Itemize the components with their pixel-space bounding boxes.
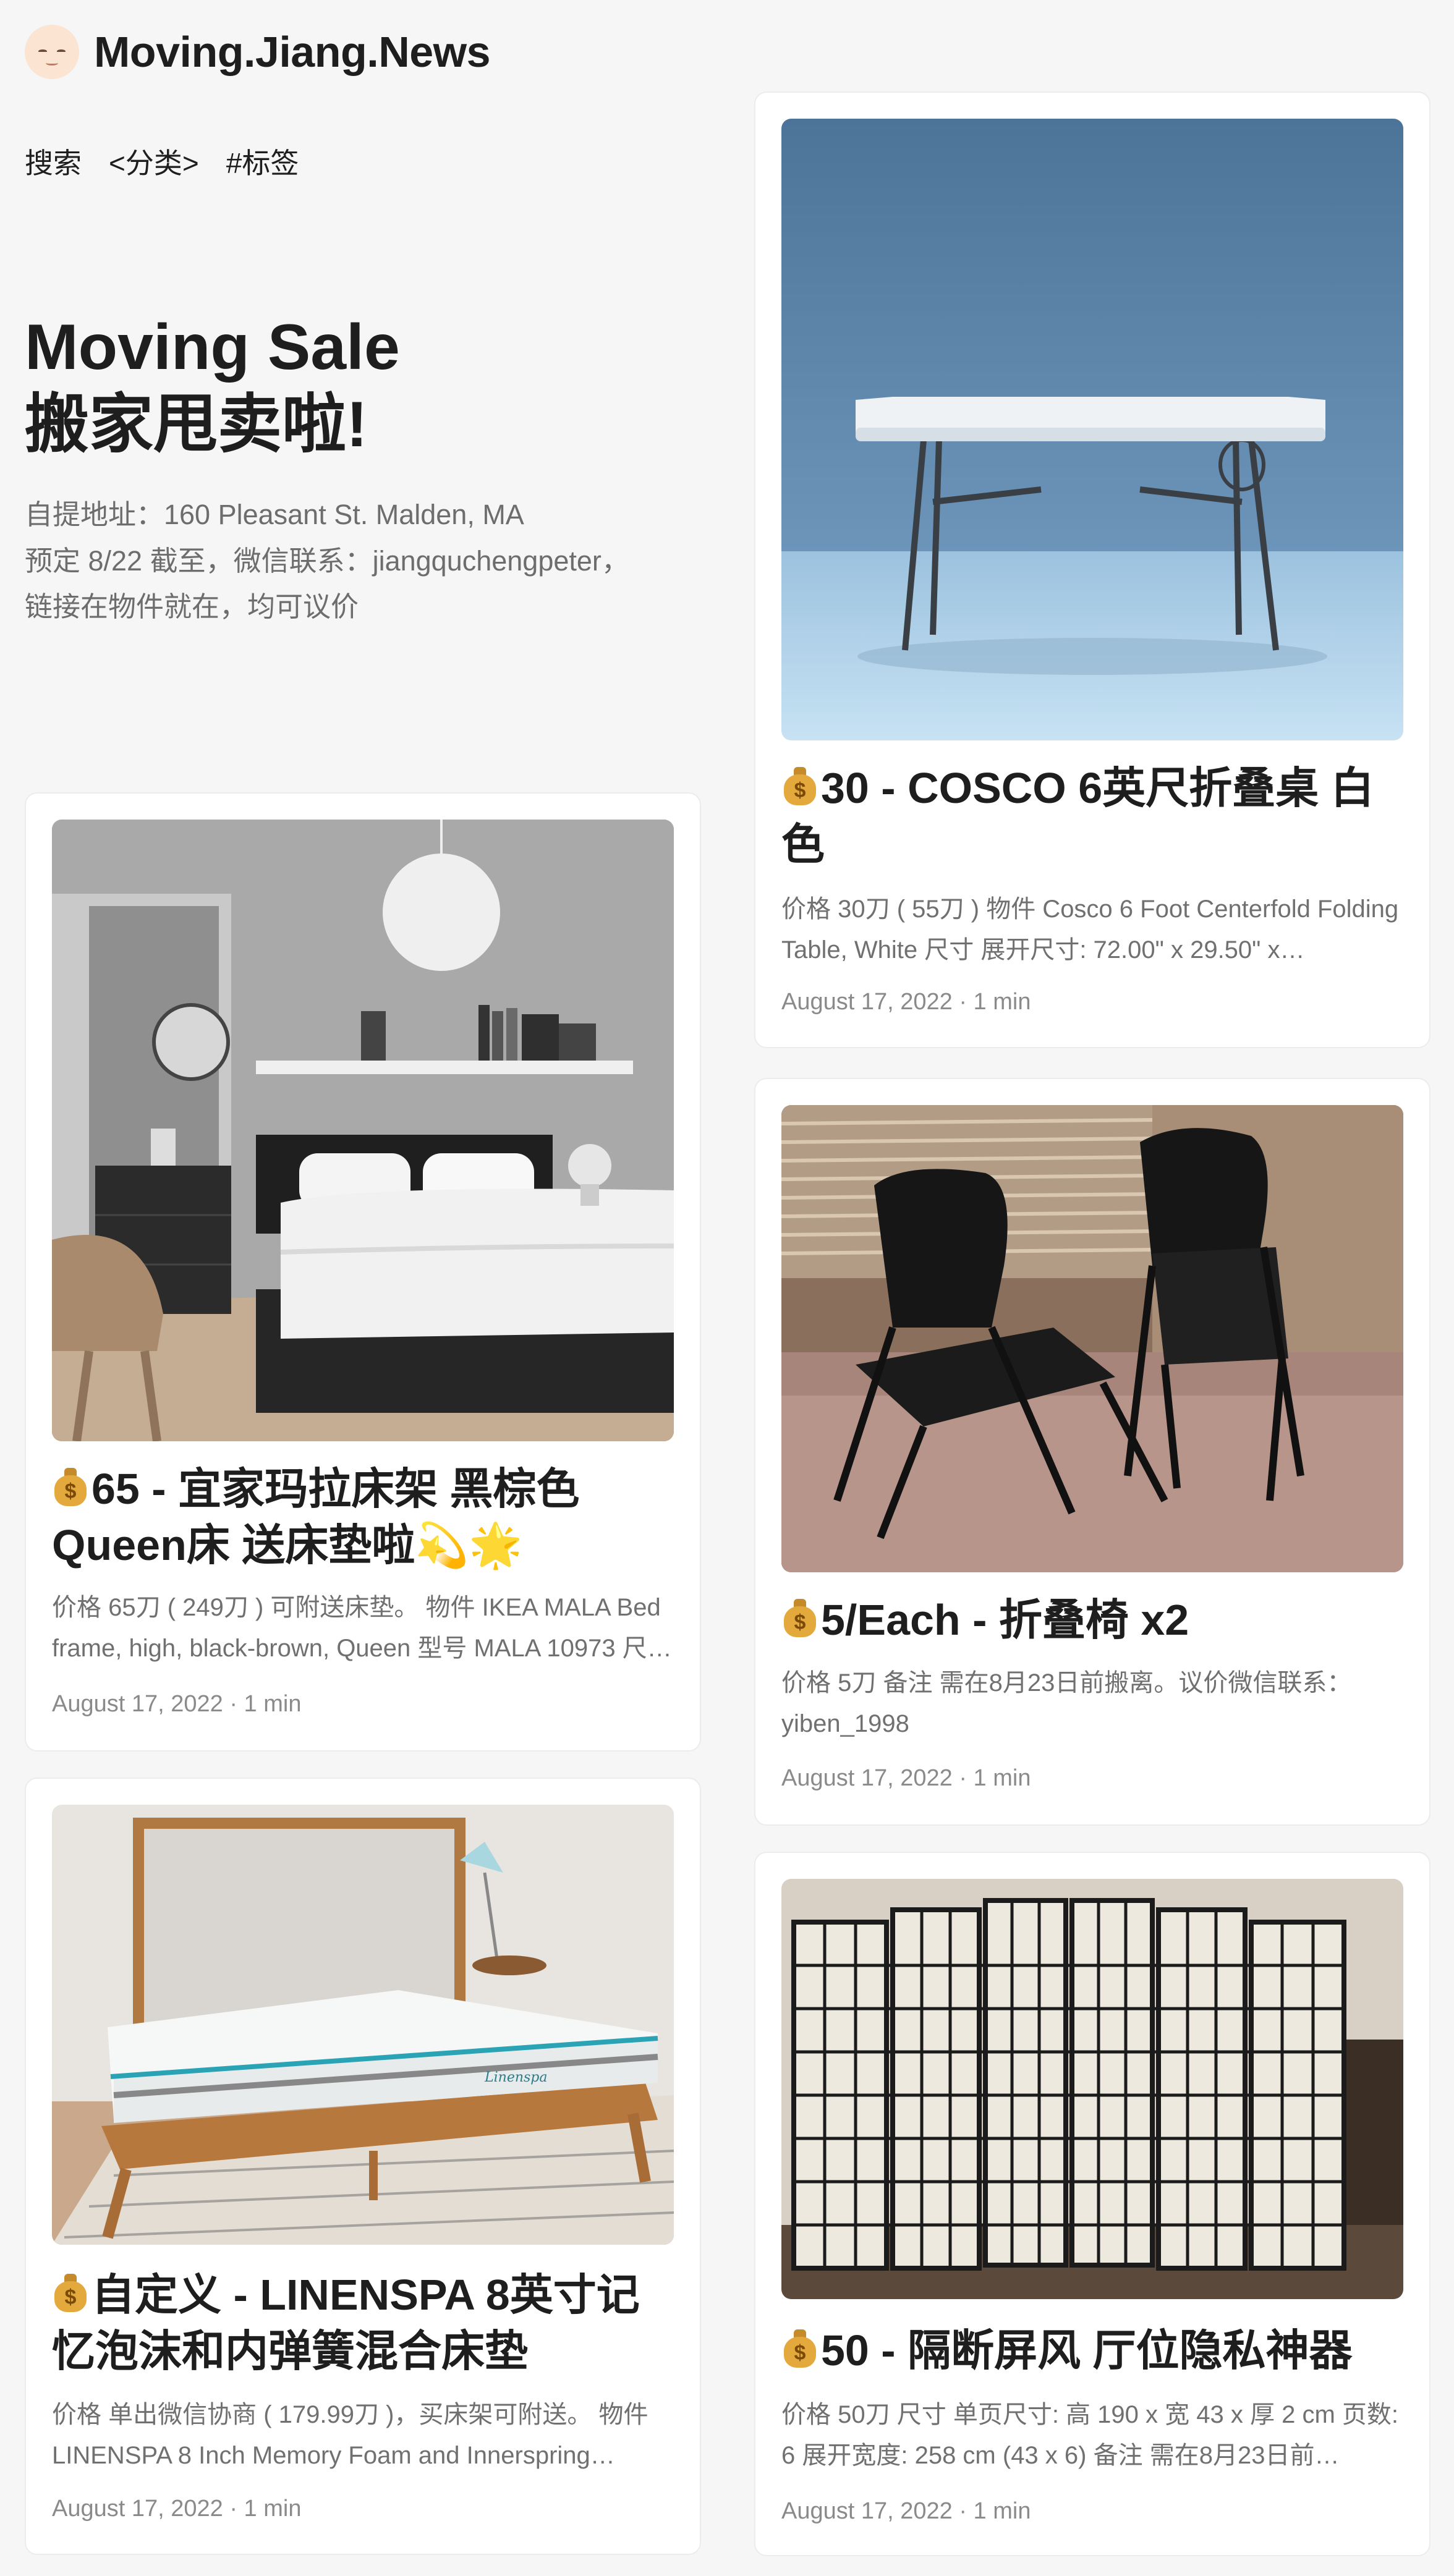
post-title[interactable]: $50 - 隔断屏风 厅位隐私神器 (781, 2323, 1406, 2379)
hero-title: Moving Sale 搬家甩卖啦! (25, 309, 400, 464)
money-bag-icon: $ (781, 1599, 818, 1638)
site-logo-avatar[interactable] (25, 25, 79, 79)
hero-description: 自提地址：160 Pleasant St. Malden, MA 预定 8/22… (25, 492, 680, 630)
post-card-folding-chairs[interactable]: $5/Each - 折叠椅 x2 价格 5刀 备注 需在8月23日前搬离。议价微… (754, 1078, 1431, 1826)
main-nav: 搜索 <分类> #标签 (25, 141, 299, 182)
post-summary: 价格 30刀 ( 55刀 ) 物件 Cosco 6 Foot Centerfol… (781, 896, 1399, 964)
hero-desc-line-1: 自提地址：160 Pleasant St. Malden, MA (25, 499, 524, 530)
folding-table-photo (781, 119, 1403, 740)
folding-chairs-photo (781, 1105, 1403, 1572)
post-meta: August 17, 2022 · 1 min (781, 1765, 1031, 1791)
post-title[interactable]: $65 - 宜家玛拉床架 黑棕色 Queen床 送床垫啦💫🌟 (52, 1461, 676, 1574)
hero-desc-line-2: 预定 8/22 截至，微信联系：jiangquchengpeter， (25, 544, 629, 577)
nav-search-link[interactable]: 搜索 (25, 141, 82, 182)
post-title-text: 5/Each - 折叠椅 x2 (821, 1596, 1189, 1644)
site-title[interactable]: Moving.Jiang.News (94, 27, 491, 77)
mattress-photo: Linenspa (52, 1805, 674, 2245)
nav-categories-link[interactable]: <分类> (109, 141, 199, 182)
room-divider-photo (781, 1879, 1403, 2299)
money-bag-icon: $ (781, 767, 818, 807)
post-meta: August 17, 2022 · 1 min (781, 2498, 1031, 2524)
money-bag-icon: $ (52, 1468, 89, 1507)
post-title-text: 自定义 - LINENSPA 8英寸记忆泡沫和内弹簧混合床垫 (52, 2271, 640, 2375)
post-title[interactable]: $30 - COSCO 6英尺折叠桌 白色 (781, 760, 1406, 873)
post-summary: 价格 5刀 备注 需在8月23日前搬离。议价微信联系：yiben_1998 (781, 1669, 1352, 1737)
hero-desc-line-3: 链接在物件就在，均可议价 (25, 591, 359, 623)
post-title-text: 30 - COSCO 6英尺折叠桌 白色 (781, 764, 1374, 868)
post-summary: 价格 单出微信协商 ( 179.99刀 )，买床架可附送。 物件 LINENSP… (52, 2401, 648, 2469)
post-meta: August 17, 2022 · 1 min (52, 2496, 302, 2522)
page: Moving.Jiang.News 搜索 <分类> #标签 Moving Sal… (0, 0, 1454, 2576)
post-title-text: 65 - 宜家玛拉床架 黑棕色 Queen床 送床垫啦💫🌟 (52, 1465, 580, 1569)
post-title[interactable]: $5/Each - 折叠椅 x2 (781, 1592, 1406, 1648)
post-title[interactable]: $ 自定义 - LINENSPA 8英寸记忆泡沫和内弹簧混合床垫 (52, 2267, 676, 2379)
post-meta: August 17, 2022 · 1 min (52, 1691, 302, 1717)
hero-title-line-1: Moving Sale (25, 311, 400, 383)
post-summary: 价格 50刀 尺寸 单页尺寸: 高 190 x 宽 43 x 厚 2 cm 页数… (781, 2401, 1398, 2469)
hero-title-line-2: 搬家甩卖啦! (25, 388, 368, 460)
bedroom-bed-photo (52, 820, 674, 1441)
post-card-linenspa-mattress[interactable]: Linenspa $ 自定义 - LINENSPA 8英寸记忆泡沫和内弹簧混合床垫… (25, 1777, 701, 2555)
money-bag-icon: $ (52, 2274, 89, 2313)
post-card-folding-table[interactable]: $30 - COSCO 6英尺折叠桌 白色 价格 30刀 ( 55刀 ) 物件 … (754, 91, 1431, 1048)
post-title-text: 50 - 隔断屏风 厅位隐私神器 (821, 2326, 1353, 2375)
post-summary: 价格 65刀 ( 249刀 ) 可附送床垫。 物件 IKEA MALA Bed … (52, 1594, 672, 1662)
post-meta: August 17, 2022 · 1 min (781, 989, 1031, 1015)
post-card-room-divider[interactable]: $50 - 隔断屏风 厅位隐私神器 价格 50刀 尺寸 单页尺寸: 高 190 … (754, 1852, 1431, 2556)
nav-tags-link[interactable]: #标签 (226, 141, 299, 182)
post-card-ikea-bed[interactable]: $65 - 宜家玛拉床架 黑棕色 Queen床 送床垫啦💫🌟 价格 65刀 ( … (25, 792, 701, 1752)
money-bag-icon: $ (781, 2329, 818, 2369)
mattress-brand-label: Linenspa (484, 2070, 548, 2085)
